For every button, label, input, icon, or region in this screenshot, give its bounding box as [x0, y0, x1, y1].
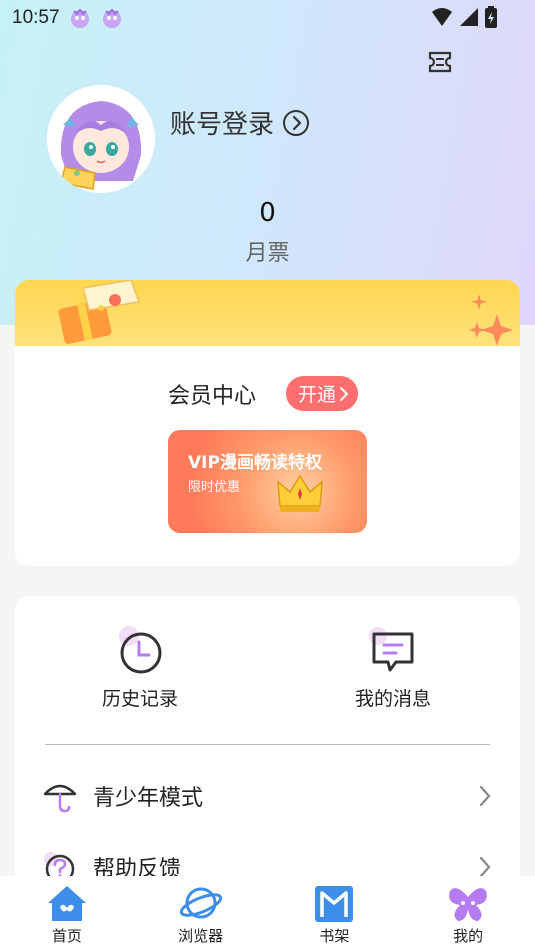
vip-promo-banner[interactable]: VIP漫画畅读特权 限时优惠 — [168, 430, 367, 533]
divider — [45, 744, 490, 745]
chevron-right-circle-icon — [283, 109, 310, 136]
login-label: 账号登录 — [170, 110, 275, 140]
tab-label: 我的 — [453, 927, 484, 945]
menu-item-label: 青少年模式 — [93, 786, 204, 811]
wifi-icon — [432, 8, 452, 26]
planet-icon — [179, 887, 222, 919]
history-button[interactable]: 历史记录 — [65, 626, 215, 711]
umbrella-icon — [43, 784, 77, 813]
tab-mine[interactable]: 我的 — [423, 876, 513, 951]
vip-center-title: 会员中心 — [168, 383, 257, 409]
vip-banner — [15, 280, 520, 346]
chevron-right-icon — [340, 386, 349, 401]
tab-label: 书架 — [319, 927, 350, 945]
messages-button[interactable]: 我的消息 — [318, 626, 468, 711]
open-vip-button[interactable]: 开通 — [286, 376, 359, 411]
tab-label: 浏览器 — [178, 927, 224, 945]
home-icon — [47, 886, 86, 921]
avatar-illustration — [47, 85, 155, 193]
tab-bookshelf[interactable]: 书架 — [289, 876, 379, 951]
monthly-ticket-count[interactable]: 0 — [0, 198, 535, 228]
bottom-tab-bar: 首页 浏览器 书架 我的 — [0, 876, 535, 951]
app-notification-icon — [102, 8, 121, 28]
menu-item-youth-mode[interactable]: 青少年模式 — [43, 776, 493, 816]
menu-card: 历史记录 我的消息 青少年模式 帮助反馈 — [15, 596, 520, 896]
login-link[interactable]: 账号登录 — [170, 104, 310, 141]
tab-home[interactable]: 首页 — [22, 876, 112, 951]
sparkle-icon — [469, 294, 513, 346]
clock-icon — [119, 626, 162, 674]
tab-label: 首页 — [51, 927, 82, 945]
message-icon — [369, 627, 414, 672]
avatar[interactable] — [47, 85, 155, 193]
vip-card: 会员中心 开通 VIP漫画畅读特权 限时优惠 — [15, 280, 520, 566]
promo-subtitle: 限时优惠 — [188, 480, 241, 495]
signal-icon — [460, 8, 478, 26]
app-notification-icon — [70, 8, 89, 28]
messages-label: 我的消息 — [354, 688, 431, 710]
gift-box-icon — [58, 280, 141, 344]
open-vip-label: 开通 — [298, 384, 337, 406]
status-time: 10:57 — [12, 7, 60, 28]
monthly-ticket-label[interactable]: 月票 — [0, 235, 535, 267]
ticket-icon[interactable] — [426, 48, 454, 76]
battery-icon — [485, 6, 497, 28]
vip-center-row: 会员中心 开通 — [168, 376, 359, 411]
crown-icon — [277, 474, 323, 512]
butterfly-icon — [449, 888, 488, 921]
tab-browser[interactable]: 浏览器 — [156, 876, 246, 951]
history-label: 历史记录 — [101, 688, 178, 710]
chevron-right-icon — [479, 785, 491, 807]
system-indicators — [431, 6, 497, 28]
status-bar: 10:57 — [0, 0, 535, 36]
promo-title: VIP漫画畅读特权 — [188, 453, 322, 473]
bookshelf-icon — [315, 886, 354, 922]
